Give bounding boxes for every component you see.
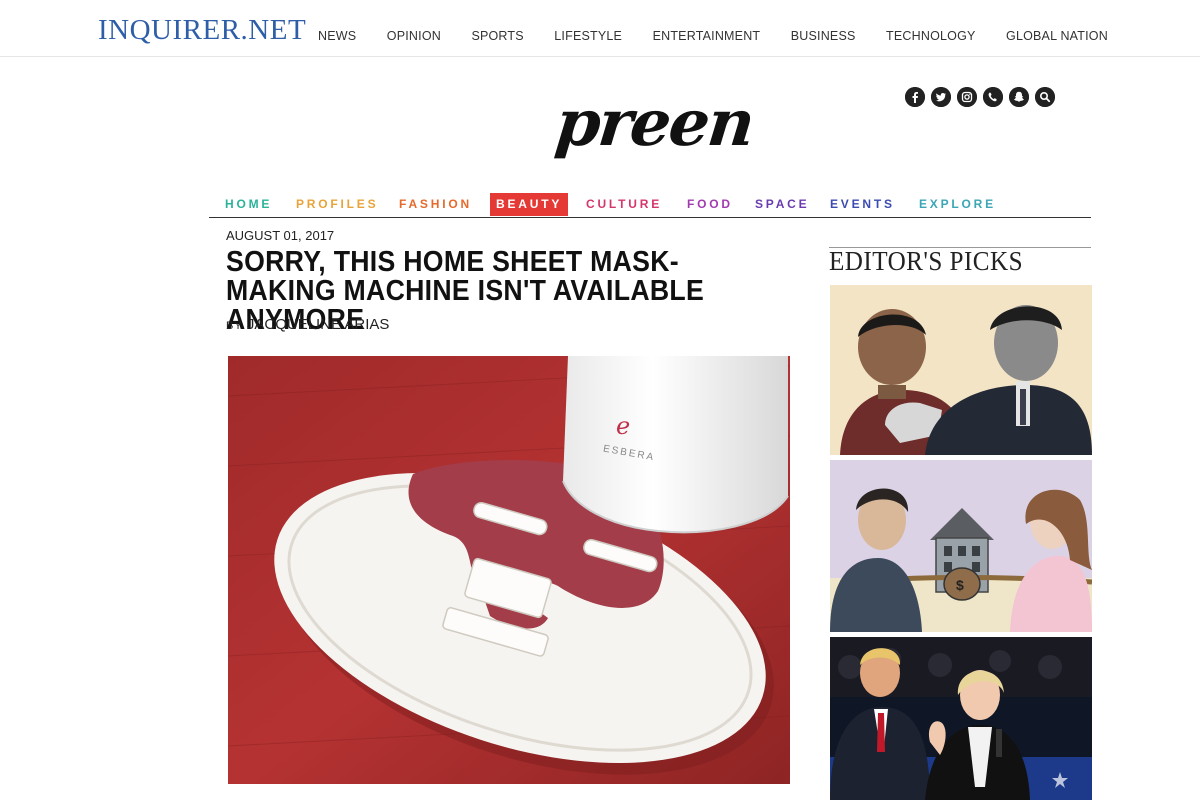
svg-text:e: e: [616, 412, 630, 440]
article-date: AUGUST 01, 2017: [226, 228, 335, 243]
editors-pick-2[interactable]: $: [830, 460, 1092, 632]
twitter-icon[interactable]: [931, 87, 951, 107]
preen-nav-space[interactable]: SPACE: [755, 193, 809, 216]
social-icons: [905, 87, 1055, 107]
nav-news[interactable]: NEWS: [318, 29, 356, 43]
instagram-icon[interactable]: [957, 87, 977, 107]
preen-nav-fashion[interactable]: FASHION: [399, 193, 472, 216]
preen-nav-home[interactable]: HOME: [225, 193, 272, 216]
viber-icon[interactable]: [983, 87, 1003, 107]
inquirer-logo[interactable]: INQUIRER.NET: [98, 14, 306, 47]
nav-business[interactable]: BUSINESS: [791, 29, 856, 43]
search-icon[interactable]: [1035, 87, 1055, 107]
svg-text:$: $: [956, 577, 964, 593]
facebook-icon[interactable]: [905, 87, 925, 107]
editors-pick-3[interactable]: [830, 637, 1092, 800]
nav-sports[interactable]: SPORTS: [471, 29, 523, 43]
preen-nav-food[interactable]: FOOD: [687, 193, 733, 216]
editors-picks-title: EDITOR'S PICKS: [829, 246, 1024, 276]
nav-global-nation[interactable]: GLOBAL NATION: [1006, 29, 1108, 43]
snapchat-icon[interactable]: [1009, 87, 1029, 107]
nav-technology[interactable]: TECHNOLOGY: [886, 29, 976, 43]
nav-opinion[interactable]: OPINION: [387, 29, 441, 43]
byline-label: BY: [226, 320, 243, 332]
preen-logo[interactable]: preen: [552, 86, 756, 161]
preen-nav-explore[interactable]: EXPLORE: [919, 193, 996, 216]
article-hero-image: e ESBERA: [228, 356, 790, 784]
preen-nav-profiles[interactable]: PROFILES: [296, 193, 378, 216]
inquirer-nav: NEWS OPINION SPORTS LIFESTYLE ENTERTAINM…: [318, 29, 1108, 43]
nav-entertainment[interactable]: ENTERTAINMENT: [653, 29, 761, 43]
nav-lifestyle[interactable]: LIFESTYLE: [554, 29, 622, 43]
preen-nav-beauty[interactable]: BEAUTY: [490, 193, 569, 216]
inquirer-header: INQUIRER.NET NEWS OPINION SPORTS LIFESTY…: [0, 0, 1200, 57]
preen-nav: HOME PROFILES FASHION BEAUTY CULTURE FOO…: [209, 193, 1091, 218]
author-link[interactable]: JACQUELINE ARIAS: [247, 316, 390, 333]
preen-nav-culture[interactable]: CULTURE: [586, 193, 662, 216]
editors-pick-1[interactable]: [830, 285, 1092, 455]
preen-nav-events[interactable]: EVENTS: [830, 193, 895, 216]
article-byline: BY JACQUELINE ARIAS: [226, 316, 389, 333]
